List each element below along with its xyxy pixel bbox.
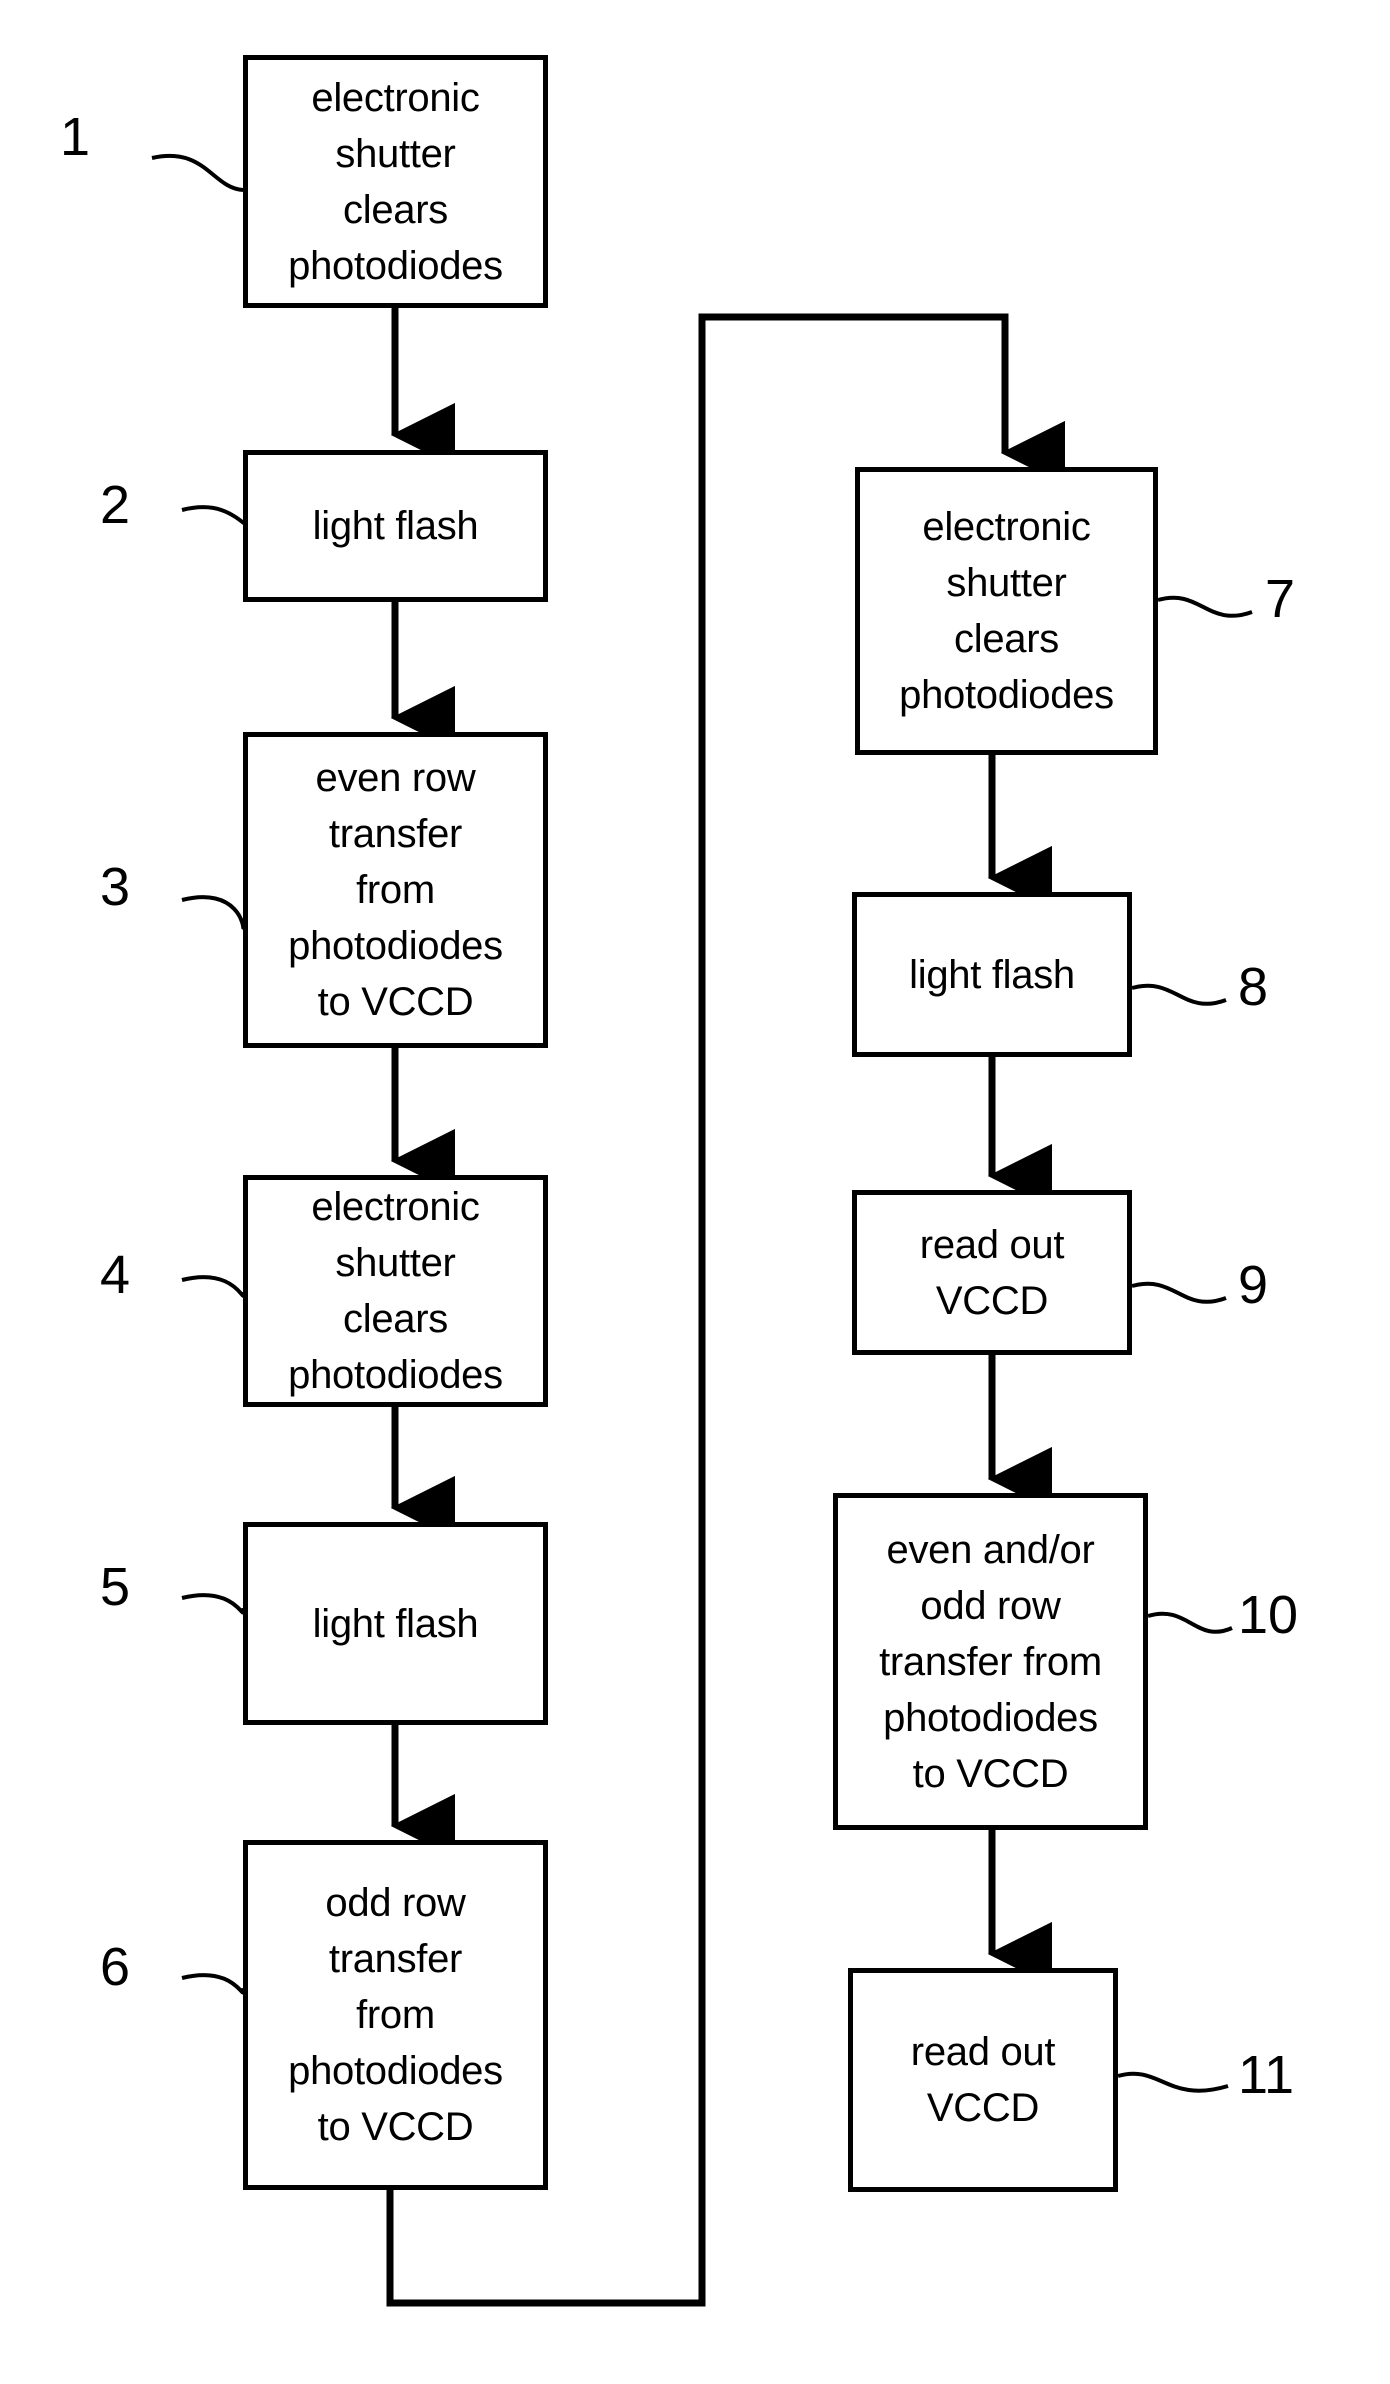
- reference-numeral-4: 4: [100, 1245, 131, 1305]
- reference-numeral-9: 9: [1238, 1255, 1269, 1315]
- reference-numeral-8: 8: [1238, 957, 1269, 1017]
- leader-line-6: [181, 1973, 246, 1995]
- process-box-text: electronic shutter clears photodiodes: [899, 505, 1114, 717]
- process-box-text: electronic shutter clears photodiodes: [288, 75, 503, 288]
- reference-numeral-2: 2: [100, 475, 131, 535]
- process-box-light-flash-5[interactable]: light flash: [243, 1522, 548, 1725]
- process-box-text: even row transfer from photodiodes to VC…: [288, 756, 503, 1024]
- process-box-electronic-shutter-clears-photodiodes-7[interactable]: electronic shutter clears photodiodes: [855, 467, 1158, 755]
- process-box-read-out-vccd-9[interactable]: read out VCCD: [852, 1190, 1132, 1355]
- leader-line-10: [1147, 1611, 1233, 1634]
- process-box-light-flash-2[interactable]: light flash: [243, 450, 548, 602]
- reference-numeral-3: 3: [100, 857, 131, 917]
- reference-numeral-6: 6: [100, 1937, 131, 1997]
- process-box-text: odd row transfer from photodiodes to VCC…: [288, 1881, 503, 2149]
- leader-line-9: [1131, 1281, 1227, 1304]
- leader-line-3: [181, 895, 246, 932]
- leader-line-4: [181, 1275, 246, 1298]
- flowchart-diagram: electronic shutter clears photodiodes li…: [0, 0, 1390, 2384]
- process-box-text: read out VCCD: [919, 1222, 1065, 1323]
- reference-numeral-1: 1: [60, 107, 91, 167]
- process-box-even-and-or-odd-row-transfer-10[interactable]: even and/or odd row transfer from photod…: [833, 1493, 1148, 1830]
- process-box-read-out-vccd-11[interactable]: read out VCCD: [848, 1968, 1118, 2192]
- process-box-electronic-shutter-clears-photodiodes-1[interactable]: electronic shutter clears photodiodes: [243, 55, 548, 308]
- leader-line-5: [181, 1593, 246, 1615]
- process-box-text: light flash: [312, 504, 479, 548]
- process-box-text: even and/or odd row transfer from photod…: [879, 1527, 1102, 1796]
- reference-numeral-5: 5: [100, 1557, 131, 1617]
- process-box-even-row-transfer-3[interactable]: even row transfer from photodiodes to VC…: [243, 732, 548, 1048]
- reference-numeral-11: 11: [1238, 2045, 1295, 2105]
- connector-layer: [151, 154, 1253, 2307]
- process-box-light-flash-8[interactable]: light flash: [852, 892, 1132, 1057]
- process-box-odd-row-transfer-6[interactable]: odd row transfer from photodiodes to VCC…: [243, 1840, 548, 2190]
- process-box-electronic-shutter-clears-photodiodes-4[interactable]: electronic shutter clears photodiodes: [243, 1175, 548, 1407]
- leader-line-11: [1117, 2071, 1229, 2093]
- process-box-text: read out VCCD: [910, 2030, 1056, 2130]
- leader-line-8: [1131, 983, 1227, 1006]
- leader-line-1: [151, 154, 244, 192]
- leader-line-7: [1157, 595, 1253, 618]
- process-box-text: electronic shutter clears photodiodes: [288, 1185, 503, 1397]
- process-box-text: light flash: [909, 952, 1075, 997]
- process-box-text: light flash: [312, 1601, 479, 1646]
- reference-numeral-10: 10: [1238, 1585, 1299, 1645]
- reference-numeral-7: 7: [1265, 569, 1296, 629]
